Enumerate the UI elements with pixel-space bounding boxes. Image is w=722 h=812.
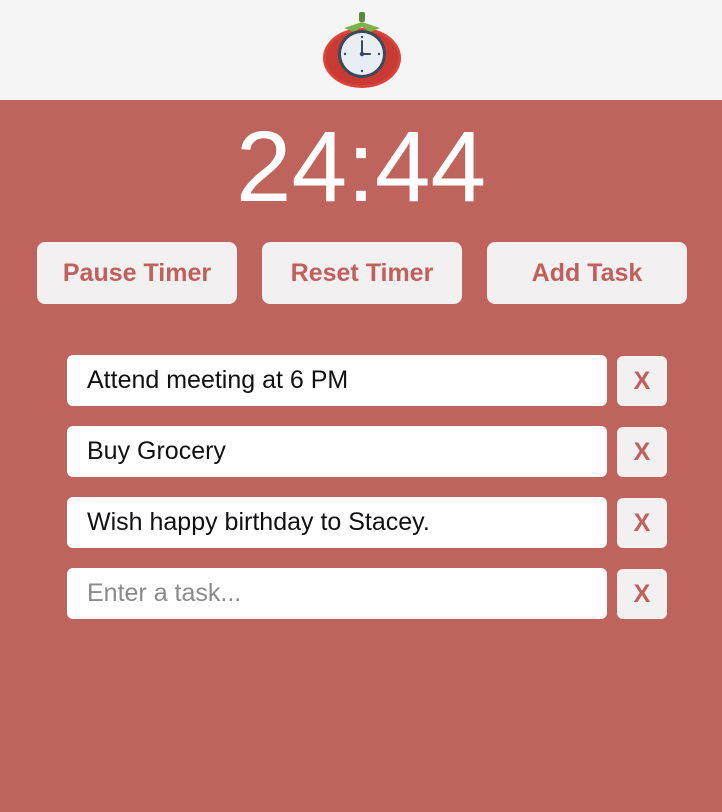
tomato-clock-icon: [323, 12, 401, 88]
delete-task-button[interactable]: X: [617, 569, 667, 619]
task-row: X: [67, 355, 667, 406]
task-row: X: [67, 568, 667, 619]
delete-task-button[interactable]: X: [617, 498, 667, 548]
reset-timer-button[interactable]: Reset Timer: [262, 242, 462, 304]
task-row: X: [67, 426, 667, 477]
header-bar: [0, 0, 722, 100]
task-input[interactable]: [67, 426, 607, 477]
timer-display: 24:44: [235, 111, 487, 223]
task-input[interactable]: [67, 497, 607, 548]
pause-timer-button[interactable]: Pause Timer: [37, 242, 237, 304]
add-task-button[interactable]: Add Task: [487, 242, 687, 304]
task-input[interactable]: [67, 355, 607, 406]
delete-task-button[interactable]: X: [617, 356, 667, 406]
task-row: X: [67, 497, 667, 548]
new-task-input[interactable]: [67, 568, 607, 619]
delete-task-button[interactable]: X: [617, 427, 667, 477]
